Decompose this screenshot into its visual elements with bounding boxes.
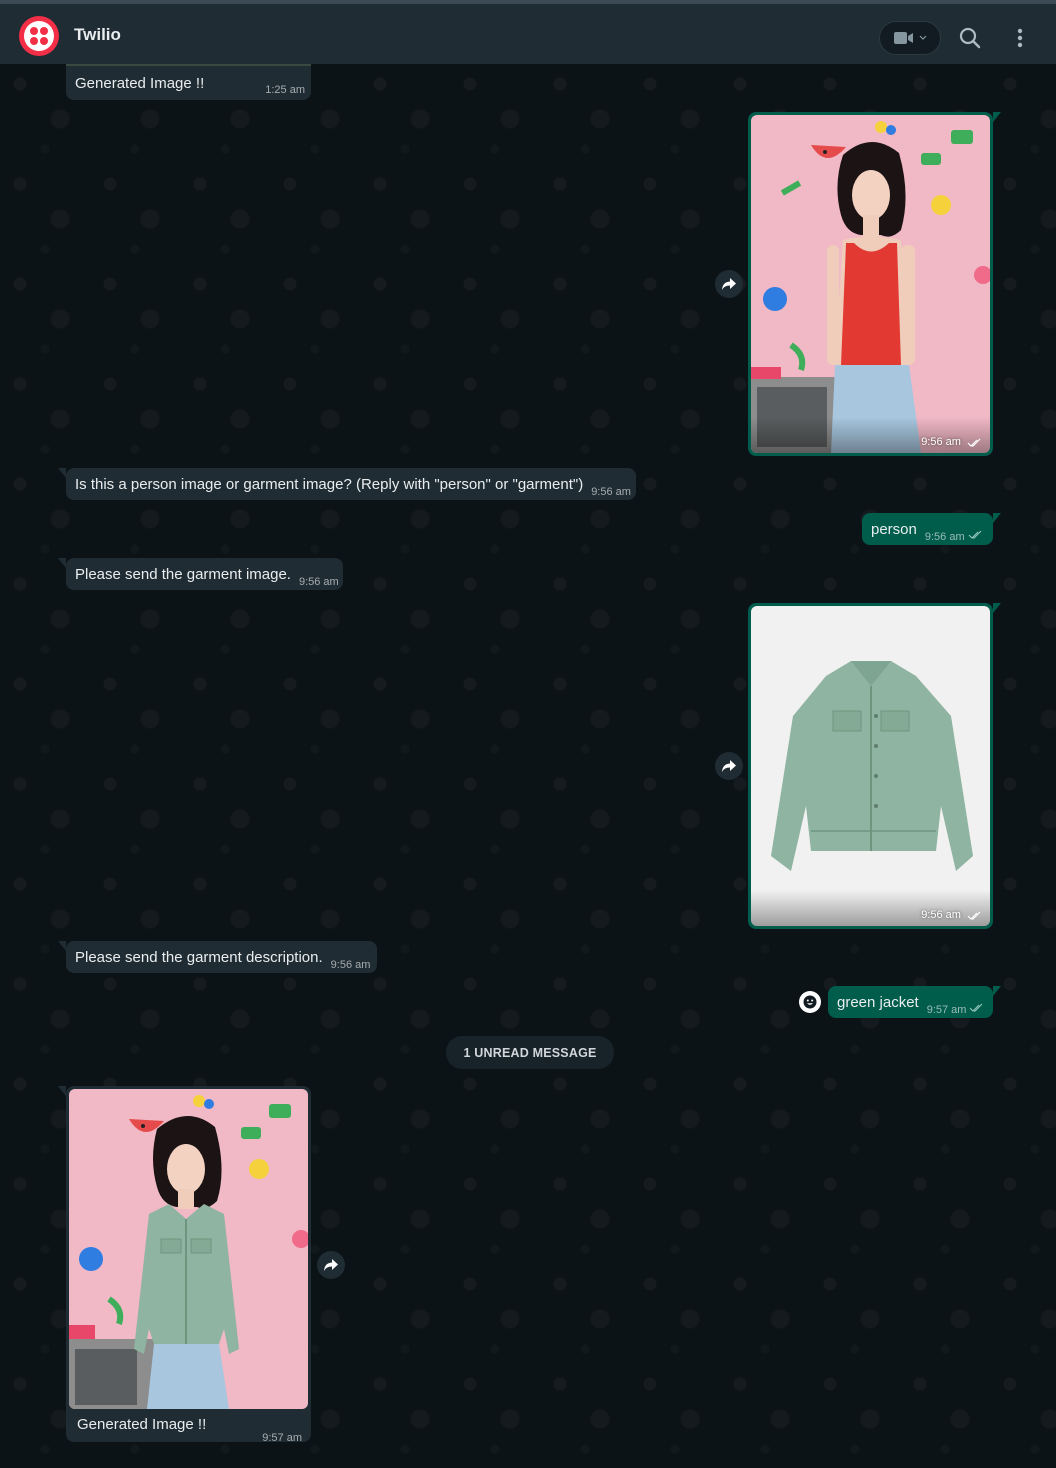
menu-button[interactable] [1010, 26, 1030, 50]
forward-icon [722, 278, 736, 290]
message-incoming-text[interactable]: Please send the garment image. 9:56 am [58, 558, 343, 590]
message-outgoing-image[interactable]: 9:56 am [748, 112, 1001, 456]
message-text: Please send the garment image. [75, 566, 291, 583]
message-incoming-image-caption[interactable]: Generated Image !! 1:25 am [66, 60, 311, 100]
forward-button[interactable] [715, 752, 743, 780]
message-text: green jacket [837, 994, 919, 1011]
chat-window: Twilio Generated Image !! 1:25 am 9:56 a… [0, 0, 1056, 1468]
chevron-down-icon [919, 35, 926, 40]
double-check-icon [968, 530, 982, 539]
video-call-button[interactable] [879, 21, 941, 55]
forward-button[interactable] [317, 1251, 345, 1279]
contact-name[interactable]: Twilio [74, 25, 121, 45]
image-caption: Generated Image !! 9:57 am [69, 1409, 308, 1450]
message-text: Is this a person image or garment image?… [75, 476, 584, 493]
message-time: 9:56 am [921, 436, 982, 448]
message-incoming-text[interactable]: Please send the garment description. 9:56… [58, 941, 377, 973]
person-photo [751, 115, 990, 453]
message-time: 9:56 am [591, 486, 631, 498]
message-text: Please send the garment description. [75, 949, 323, 966]
garment-image[interactable]: 9:56 am [751, 606, 990, 926]
smiley-icon [803, 995, 817, 1009]
more-vertical-icon [1017, 28, 1023, 48]
generated-image[interactable] [69, 1089, 308, 1409]
message-outgoing-text[interactable]: green jacket 9:57 am [828, 986, 1001, 1018]
double-check-icon [967, 911, 981, 920]
message-time: 9:56 am [924, 531, 965, 543]
message-text: Generated Image !! [75, 75, 205, 92]
message-incoming-image[interactable]: Generated Image !! 9:57 am [58, 1086, 311, 1444]
forward-icon [324, 1259, 338, 1271]
search-icon [959, 27, 981, 49]
video-camera-icon [893, 32, 913, 44]
jacket-photo [751, 606, 990, 926]
message-incoming-text[interactable]: Is this a person image or garment image?… [58, 468, 636, 500]
twilio-logo-icon [24, 21, 54, 51]
double-check-icon [967, 438, 981, 447]
unread-divider: 1 UNREAD MESSAGE [446, 1036, 614, 1069]
image-bottom-edge [66, 64, 311, 66]
message-text: Generated Image !! [77, 1416, 207, 1433]
reaction-button[interactable] [799, 991, 821, 1013]
forward-button[interactable] [715, 270, 743, 298]
double-check-icon [970, 1003, 983, 1012]
forward-icon [722, 760, 736, 772]
message-time: 9:56 am [298, 576, 339, 588]
message-text: person [871, 521, 917, 538]
search-button[interactable] [958, 26, 982, 50]
generated-photo [69, 1089, 308, 1409]
message-outgoing-text[interactable]: person 9:56 am [862, 513, 1001, 545]
message-outgoing-image[interactable]: 9:56 am [748, 603, 1001, 929]
person-image[interactable]: 9:56 am [751, 115, 990, 453]
message-time: 9:57 am [262, 1432, 302, 1444]
message-time: 9:57 am [926, 1004, 967, 1016]
message-time: 1:25 am [265, 84, 305, 96]
chat-header[interactable]: Twilio [0, 0, 1056, 64]
message-time: 9:56 am [921, 909, 982, 921]
contact-avatar[interactable] [19, 16, 59, 56]
message-time: 9:56 am [330, 959, 371, 971]
